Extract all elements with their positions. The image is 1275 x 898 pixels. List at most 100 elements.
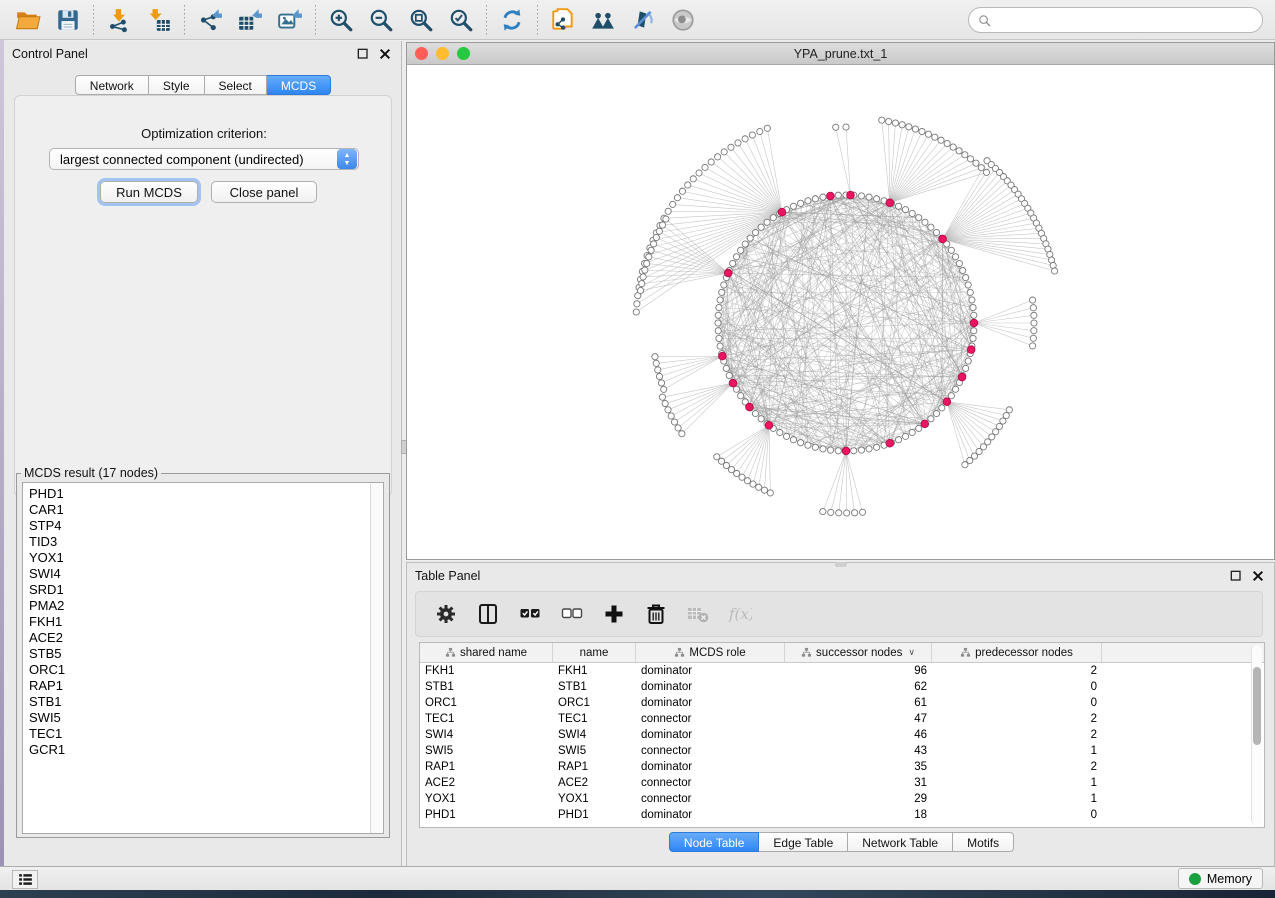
- table-cell: RAP1: [553, 761, 636, 773]
- zoom-out-icon: [368, 7, 394, 33]
- network-window-titlebar[interactable]: YPA_prune.txt_1: [407, 43, 1274, 65]
- table-row[interactable]: ORC1ORC1dominator610: [420, 695, 1264, 711]
- clipboard-network-icon: [550, 7, 576, 33]
- tab-node-table[interactable]: Node Table: [669, 832, 760, 852]
- close-window-traffic-light[interactable]: [415, 47, 428, 60]
- toolbar-separator: [315, 5, 316, 35]
- table-row[interactable]: SWI4SWI4dominator462: [420, 727, 1264, 743]
- control-panel-header: Control Panel: [4, 41, 401, 67]
- tab-network[interactable]: Network: [75, 75, 149, 95]
- export-network-button[interactable]: [190, 3, 230, 37]
- attribute-icon: [960, 647, 971, 658]
- table-cell: dominator: [636, 681, 785, 693]
- mcds-result-item[interactable]: TEC1: [29, 726, 383, 742]
- table-cell: 18: [785, 809, 932, 821]
- table-scrollbar[interactable]: [1251, 645, 1262, 825]
- check-on-button[interactable]: [516, 600, 544, 628]
- mcds-result-item[interactable]: SWI4: [29, 566, 383, 582]
- tab-mcds[interactable]: MCDS: [267, 75, 331, 95]
- close-panel-icon[interactable]: [377, 46, 393, 62]
- table-row[interactable]: PHD1PHD1dominator180: [420, 807, 1264, 823]
- mcds-result-list[interactable]: PHD1CAR1STP4TID3YOX1SWI4SRD1PMA2FKH1ACE2…: [22, 482, 384, 834]
- horizontal-splitter-grip[interactable]: [835, 562, 847, 567]
- search-network-button[interactable]: [583, 3, 623, 37]
- column-header-predecessor-nodes[interactable]: predecessor nodes: [932, 643, 1102, 662]
- table-scrollbar-thumb[interactable]: [1253, 667, 1261, 745]
- tab-motifs[interactable]: Motifs: [953, 832, 1014, 852]
- gear-button[interactable]: [432, 600, 460, 628]
- show-eye-button[interactable]: [663, 3, 703, 37]
- mcds-result-item[interactable]: SWI5: [29, 710, 383, 726]
- tab-style[interactable]: Style: [149, 75, 205, 95]
- table-cell: dominator: [636, 809, 785, 821]
- export-table-button[interactable]: [230, 3, 270, 37]
- float-table-panel-icon[interactable]: [1228, 568, 1244, 584]
- table-row[interactable]: ACE2ACE2connector311: [420, 775, 1264, 791]
- table-row[interactable]: RAP1RAP1dominator352: [420, 759, 1264, 775]
- mcds-result-item[interactable]: ORC1: [29, 662, 383, 678]
- table-cell: ORC1: [420, 697, 553, 709]
- zoom-window-traffic-light[interactable]: [457, 47, 470, 60]
- search-box[interactable]: [968, 7, 1263, 33]
- memory-button[interactable]: Memory: [1178, 868, 1263, 889]
- import-table-button[interactable]: [139, 3, 179, 37]
- mcds-result-item[interactable]: CAR1: [29, 502, 383, 518]
- table-cell: 61: [785, 697, 932, 709]
- close-table-panel-icon[interactable]: [1250, 568, 1266, 584]
- export-image-button[interactable]: [270, 3, 310, 37]
- zoom-selected-button[interactable]: [441, 3, 481, 37]
- clipboard-network-button[interactable]: [543, 3, 583, 37]
- tab-network-table[interactable]: Network Table: [848, 832, 953, 852]
- column-header-shared-name[interactable]: shared name: [420, 643, 553, 662]
- toolbar-separator: [93, 5, 94, 35]
- table-row[interactable]: TEC1TEC1connector472: [420, 711, 1264, 727]
- save-session-button[interactable]: [48, 3, 88, 37]
- table-row[interactable]: FKH1FKH1dominator962: [420, 663, 1264, 679]
- mcds-result-item[interactable]: SRD1: [29, 582, 383, 598]
- tab-edge-table[interactable]: Edge Table: [759, 832, 848, 852]
- table-row[interactable]: STB1STB1dominator620: [420, 679, 1264, 695]
- mcds-result-item[interactable]: STB5: [29, 646, 383, 662]
- run-mcds-button[interactable]: Run MCDS: [100, 181, 198, 203]
- check-off-button[interactable]: [558, 600, 586, 628]
- mcds-result-item[interactable]: PMA2: [29, 598, 383, 614]
- mcds-result-item[interactable]: PHD1: [29, 486, 383, 502]
- mcds-list-scrollbar[interactable]: [370, 484, 382, 834]
- mcds-result-item[interactable]: RAP1: [29, 678, 383, 694]
- refresh-layout-button[interactable]: [492, 3, 532, 37]
- close-panel-button[interactable]: Close panel: [211, 181, 317, 203]
- column-header-MCDS-role[interactable]: MCDS role: [636, 643, 785, 662]
- zoom-in-button[interactable]: [321, 3, 361, 37]
- column-header-name[interactable]: name: [553, 643, 636, 662]
- show-eye-icon: [670, 7, 696, 33]
- zoom-out-button[interactable]: [361, 3, 401, 37]
- criterion-dropdown[interactable]: largest connected component (undirected)…: [49, 148, 359, 170]
- minimize-window-traffic-light[interactable]: [436, 47, 449, 60]
- table-cell: 1: [932, 793, 1102, 805]
- table-row[interactable]: SWI5SWI5connector431: [420, 743, 1264, 759]
- columns-button[interactable]: [474, 600, 502, 628]
- mcds-result-item[interactable]: YOX1: [29, 550, 383, 566]
- trash-button[interactable]: [642, 600, 670, 628]
- search-input[interactable]: [992, 13, 1254, 27]
- column-header-successor-nodes[interactable]: successor nodes∨: [785, 643, 932, 662]
- zoom-fit-icon: [408, 7, 434, 33]
- network-canvas[interactable]: [407, 65, 1274, 559]
- trash-icon: [644, 602, 668, 626]
- mcds-result-item[interactable]: ACE2: [29, 630, 383, 646]
- mcds-result-item[interactable]: TID3: [29, 534, 383, 550]
- mcds-result-item[interactable]: GCR1: [29, 742, 383, 758]
- mcds-result-item[interactable]: STP4: [29, 518, 383, 534]
- table-row[interactable]: YOX1YOX1connector291: [420, 791, 1264, 807]
- node-table-header-row: shared namenameMCDS rolesuccessor nodes∨…: [420, 643, 1264, 663]
- import-network-button[interactable]: [99, 3, 139, 37]
- hide-details-button[interactable]: [623, 3, 663, 37]
- open-file-button[interactable]: [8, 3, 48, 37]
- tab-select[interactable]: Select: [205, 75, 267, 95]
- float-window-icon[interactable]: [355, 46, 371, 62]
- plus-button[interactable]: [600, 600, 628, 628]
- zoom-fit-button[interactable]: [401, 3, 441, 37]
- mcds-result-item[interactable]: FKH1: [29, 614, 383, 630]
- show-panels-button[interactable]: [12, 870, 38, 889]
- mcds-result-item[interactable]: STB1: [29, 694, 383, 710]
